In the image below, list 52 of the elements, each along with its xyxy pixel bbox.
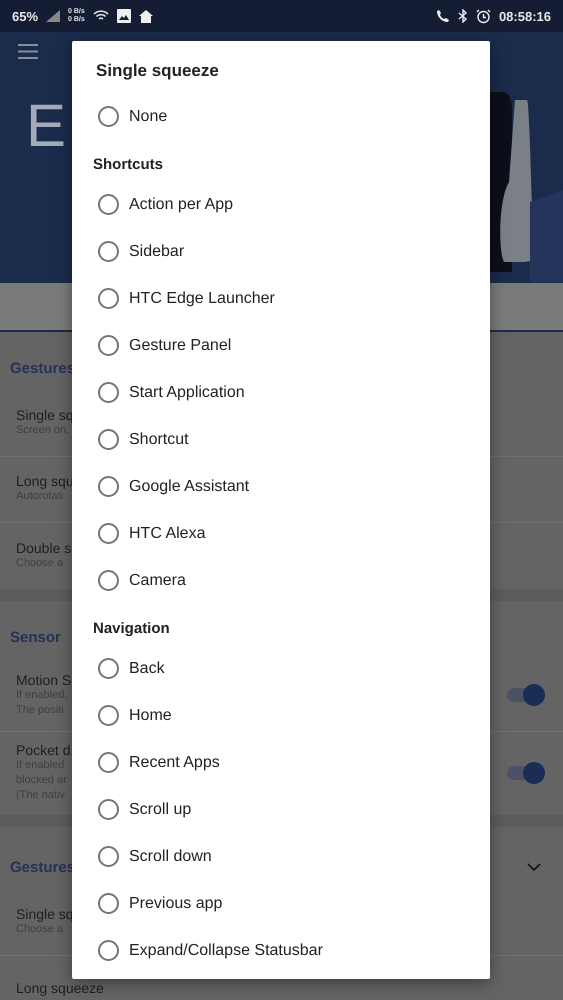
image-icon	[116, 9, 131, 23]
menu-icon[interactable]	[18, 44, 38, 59]
radio-button[interactable]	[98, 705, 119, 726]
bluetooth-icon	[458, 9, 468, 23]
radio-option[interactable]: Expand/Collapse Statusbar	[72, 927, 490, 974]
radio-option[interactable]: Shortcut	[72, 416, 490, 463]
signal-icon	[46, 10, 60, 22]
clock: 08:58:16	[498, 8, 551, 24]
radio-button[interactable]	[98, 106, 119, 127]
battery-level: 65%	[12, 8, 38, 24]
radio-option[interactable]: Scroll up	[72, 786, 490, 833]
radio-button[interactable]	[98, 893, 119, 914]
radio-button[interactable]	[98, 335, 119, 356]
radio-button[interactable]	[98, 940, 119, 961]
radio-option[interactable]: HTC Alexa	[72, 510, 490, 557]
radio-button[interactable]	[98, 658, 119, 679]
expand-icon[interactable]	[527, 863, 541, 872]
radio-option[interactable]: Google Assistant	[72, 463, 490, 510]
radio-option[interactable]: Sidebar	[72, 228, 490, 275]
setting-title: Double s	[16, 540, 72, 556]
toggle-switch[interactable]	[507, 762, 545, 784]
radio-button[interactable]	[98, 194, 119, 215]
page-title: E	[26, 91, 66, 160]
alarm-icon	[476, 8, 491, 24]
radio-option[interactable]: Previous app	[72, 880, 490, 927]
phone-icon	[436, 9, 450, 23]
section-heading: Sensor	[10, 629, 61, 646]
radio-button[interactable]	[98, 752, 119, 773]
radio-option[interactable]: Home	[72, 692, 490, 739]
radio-button[interactable]	[98, 382, 119, 403]
setting-title: Motion S	[16, 672, 72, 688]
radio-option[interactable]: Action per App	[72, 181, 490, 228]
radio-button[interactable]	[98, 476, 119, 497]
radio-button[interactable]	[98, 799, 119, 820]
home-icon	[138, 10, 153, 22]
radio-button[interactable]	[98, 429, 119, 450]
dialog-title: Single squeeze	[95, 61, 220, 82]
setting-title: Long squeeze	[16, 980, 104, 996]
radio-option[interactable]: Back	[72, 645, 490, 692]
radio-option[interactable]: Recent Apps	[72, 739, 490, 786]
group-heading: Navigation	[92, 619, 171, 639]
toggle-switch[interactable]	[507, 684, 545, 706]
radio-button[interactable]	[98, 241, 119, 262]
radio-option[interactable]: None	[72, 93, 490, 140]
setting-title: Pocket d	[16, 742, 70, 758]
radio-button[interactable]	[98, 523, 119, 544]
radio-button[interactable]	[98, 846, 119, 867]
group-heading: Shortcuts	[92, 155, 164, 175]
radio-option[interactable]: Camera	[72, 557, 490, 604]
radio-button[interactable]	[98, 570, 119, 591]
radio-button[interactable]	[98, 288, 119, 309]
radio-option[interactable]: HTC Edge Launcher	[72, 275, 490, 322]
